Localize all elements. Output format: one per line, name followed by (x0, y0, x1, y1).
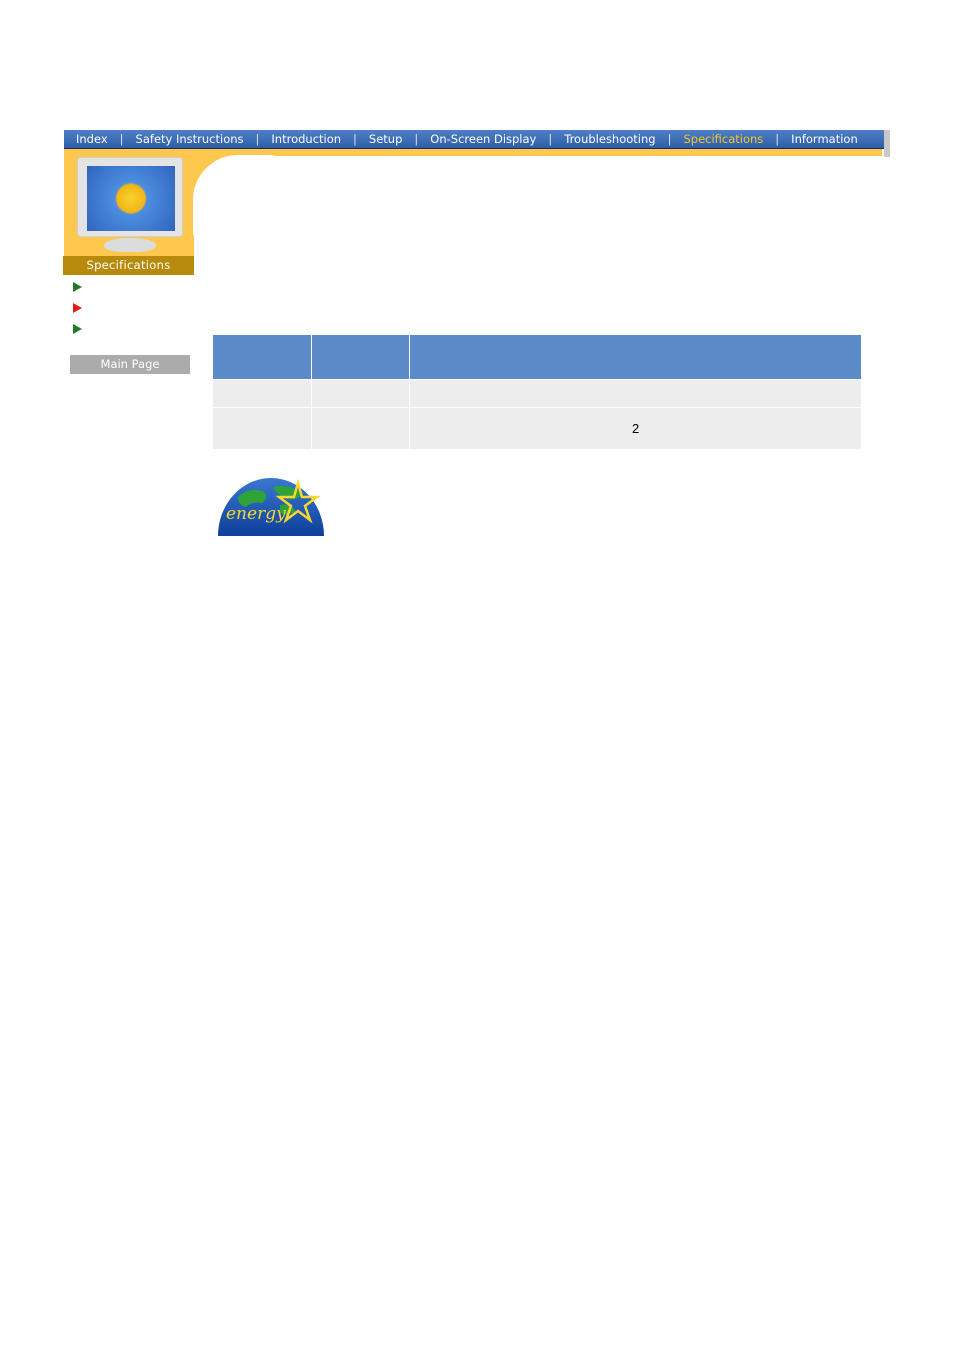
table-row (213, 380, 861, 407)
nav-separator: | (667, 132, 672, 146)
nav-separator: | (119, 132, 124, 146)
nav-specifications[interactable]: Specifications (671, 132, 775, 146)
nav-separator: | (353, 132, 357, 146)
table-cell (213, 380, 311, 407)
nav-troubleshooting[interactable]: Troubleshooting (552, 132, 667, 146)
main-page-button[interactable]: Main Page (70, 355, 190, 374)
nav-introduction[interactable]: Introduction (259, 132, 353, 146)
monitor-stand (104, 238, 156, 252)
section-label: Specifications (63, 256, 194, 275)
flower-screen (87, 166, 175, 231)
nav-separator: | (255, 132, 260, 146)
table-header-row (213, 335, 861, 379)
nav-setup[interactable]: Setup (357, 132, 414, 146)
table-header-cell (311, 335, 410, 379)
table-row: 2 (213, 408, 861, 449)
nav-separator: | (775, 132, 780, 146)
table-cell: 2 (410, 408, 861, 449)
table-header-cell (213, 335, 311, 379)
nav-safety-instructions[interactable]: Safety Instructions (124, 132, 256, 146)
energy-star-logo: energy (218, 477, 324, 536)
nav-shadow (884, 130, 890, 157)
red-arrow-icon[interactable] (73, 303, 82, 313)
table-cell (311, 408, 410, 449)
table-cell (410, 380, 861, 407)
monitor-image (77, 157, 183, 257)
monitor-bezel (77, 157, 183, 237)
green-arrow-icon[interactable] (73, 282, 82, 292)
nav-information[interactable]: Information (779, 132, 870, 146)
nav-index[interactable]: Index (64, 132, 120, 146)
spec-table: 2 (212, 334, 862, 450)
table-header-cell (410, 335, 861, 379)
nav-separator: | (414, 132, 419, 146)
top-nav-bar: Index | Safety Instructions | Introducti… (64, 130, 886, 149)
nav-on-screen-display[interactable]: On-Screen Display (418, 132, 548, 146)
energy-text: energy (226, 504, 286, 524)
table-cell (213, 408, 311, 449)
nav-separator: | (548, 132, 553, 146)
green-arrow-icon[interactable] (73, 324, 82, 334)
table-cell (311, 380, 410, 407)
